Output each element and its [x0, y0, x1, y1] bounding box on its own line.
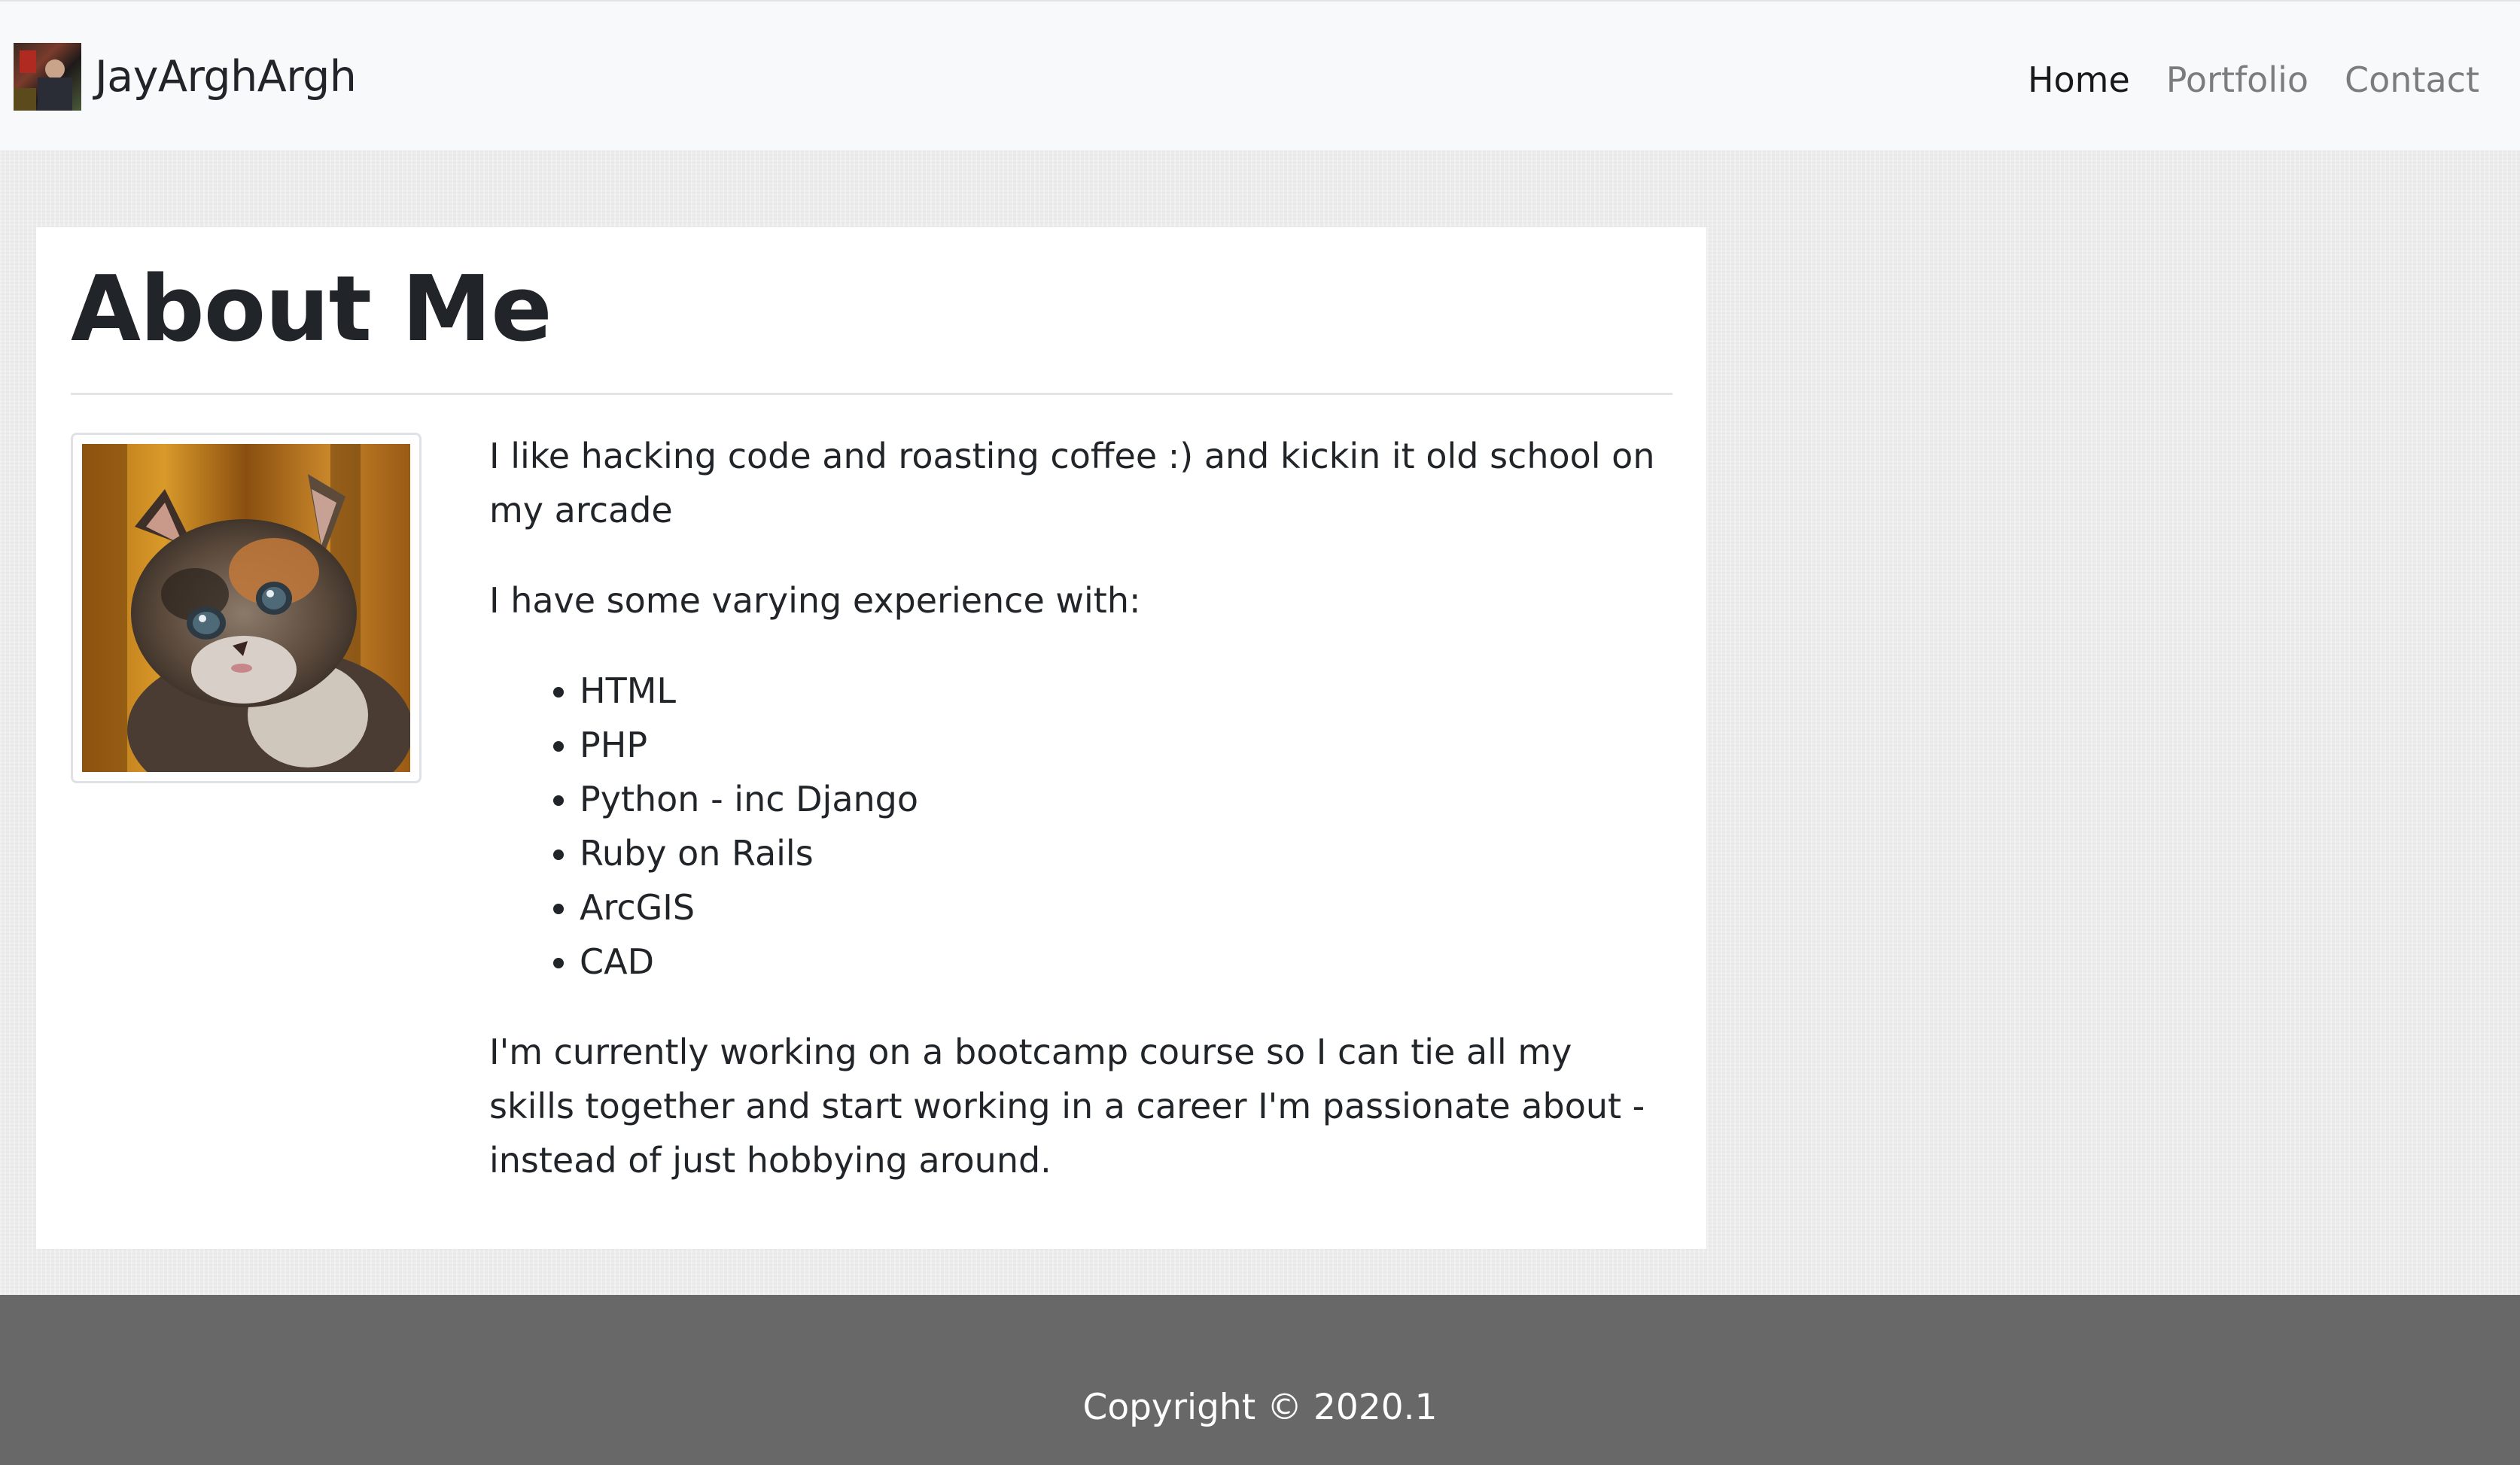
nav-link-contact[interactable]: Contact: [2345, 57, 2479, 102]
copyright-text: Copyright © 2020.1: [1082, 1387, 1438, 1428]
list-item: PHP: [580, 718, 1663, 772]
list-item: ArcGIS: [580, 880, 1663, 935]
kitten-photo: [82, 444, 410, 772]
bio-section: I like hacking code and roasting coffee …: [489, 429, 1663, 1187]
bio-paragraph-goals: I'm currently working on a bootcamp cour…: [489, 1032, 1645, 1181]
list-item: HTML: [580, 664, 1663, 718]
list-item: Python - inc Django: [580, 772, 1663, 826]
nav-links: Home Portfolio Contact: [1992, 57, 2479, 102]
title-divider: [71, 393, 1672, 395]
brand-link[interactable]: JayArghArgh: [14, 42, 357, 111]
bio-paragraph-experience: I have some varying experience with:: [489, 580, 1141, 621]
top-navbar: JayArghArgh Home Portfolio Contact: [0, 0, 2520, 150]
page-title: About Me: [71, 257, 552, 362]
list-item: CAD: [580, 935, 1663, 989]
profile-photo-frame: [71, 433, 422, 783]
bio-paragraph-intro: I like hacking code and roasting coffee …: [489, 436, 1655, 530]
skills-list: HTML PHP Python - inc Django Ruby on Rai…: [489, 664, 1663, 989]
page-footer: Copyright © 2020.1: [0, 1295, 2520, 1465]
about-card: About Me I like hacking code and roastin…: [36, 227, 1706, 1249]
list-item: Ruby on Rails: [580, 826, 1663, 880]
nav-link-portfolio[interactable]: Portfolio: [2166, 57, 2308, 102]
brand-logo-image: [14, 43, 81, 111]
nav-link-home[interactable]: Home: [2028, 57, 2130, 102]
brand-name: JayArghArgh: [95, 51, 357, 102]
